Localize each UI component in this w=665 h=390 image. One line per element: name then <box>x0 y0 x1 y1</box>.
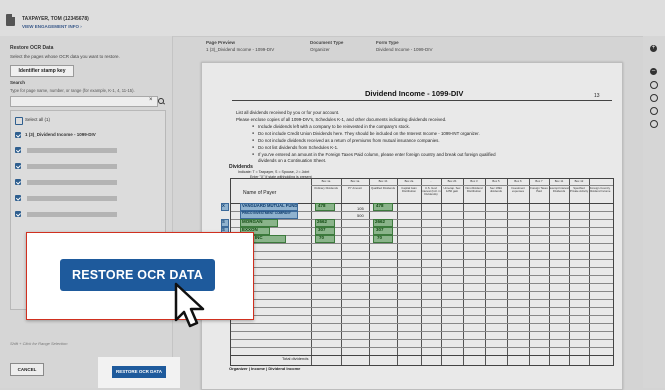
document-type-label: Document Type <box>310 40 344 45</box>
minus-icon[interactable]: – <box>650 68 657 75</box>
document-footer-tabs: Organizer | Income | Dividend Income <box>229 366 301 371</box>
select-all-checkbox[interactable] <box>15 117 23 125</box>
column-box: Box 1a <box>321 179 331 183</box>
column-header: Qualified Dividends <box>370 186 396 190</box>
column-box: Box 11 <box>554 179 564 183</box>
list-item[interactable]: 1 (3)_Dividend Income - 1099-DIV <box>25 132 96 137</box>
page-checkbox[interactable] <box>15 132 21 138</box>
page-checkbox[interactable] <box>15 147 21 153</box>
instruction-bullet: Do not include dividends received as a r… <box>252 138 440 143</box>
app-header <box>0 0 665 37</box>
page-checkbox[interactable] <box>15 211 21 217</box>
ocr-payer: PIMCO INVESTMENT COMPANY <box>242 211 291 215</box>
identifier-stamp-key-button[interactable]: Identifier stamp key <box>10 65 74 77</box>
page-checkbox[interactable] <box>15 195 21 201</box>
column-header: Ordinary Dividends <box>314 186 338 190</box>
panel-description: Select the pages whose OCR data you want… <box>10 54 120 59</box>
column-header: Exempt Interest Dividends <box>549 186 569 194</box>
ocr-payer: MORGAN <box>242 219 263 224</box>
search-input[interactable] <box>10 96 158 107</box>
rotate-right-icon[interactable] <box>650 107 658 115</box>
ocr-value: 307 <box>318 227 326 232</box>
search-hint: Type for page name, number, or range (fo… <box>10 88 135 93</box>
reset-icon[interactable] <box>650 120 658 128</box>
list-item-placeholder <box>27 196 117 201</box>
ocr-value: 70 <box>377 235 383 240</box>
total-dividends-label: Total dividends <box>282 356 309 361</box>
py-value: 105 <box>357 206 364 211</box>
column-box: Box 2b <box>447 179 457 183</box>
list-item-placeholder <box>27 212 117 217</box>
list-item-placeholder <box>27 164 117 169</box>
ocr-value: 478 <box>376 203 384 208</box>
list-item-placeholder <box>27 180 117 185</box>
ocr-value: 307 <box>376 227 384 232</box>
search-label: Search <box>10 80 26 85</box>
rotate-left-icon[interactable] <box>650 94 658 102</box>
ocr-value: 2662 <box>375 219 386 224</box>
taxpayer-name: TAXPAYER, TOM (12345678) <box>22 16 89 22</box>
ocr-field[interactable] <box>373 235 393 243</box>
document-page-number: 13 <box>594 93 600 99</box>
column-box: Box 6 <box>514 179 522 183</box>
ocr-payer: VANGUARD MUTUAL FUND <box>242 203 298 208</box>
ocr-tsj: X <box>222 203 225 208</box>
instruction-bullet: Do not list dividends from Schedules K-1… <box>252 145 338 150</box>
column-header: Non-Dividend Distribution <box>465 186 483 194</box>
ocr-value: 70 <box>319 235 325 240</box>
name-of-payer-header: Name of Payer <box>243 190 277 196</box>
column-box: Box 12 <box>574 179 584 183</box>
page-checkbox[interactable] <box>15 163 21 169</box>
column-box: Box 1b <box>378 179 388 183</box>
py-value: 500 <box>357 213 364 218</box>
cancel-button[interactable]: CANCEL <box>10 363 44 376</box>
column-box: Box 2a <box>404 179 414 183</box>
column-box: Box 3 <box>470 179 478 183</box>
clear-icon[interactable]: × <box>149 97 153 103</box>
panel-title: Restore OCR Data <box>10 45 54 51</box>
column-header: Capital Gain Distribution <box>401 186 417 194</box>
form-type-value: Dividend Income - 1099-DIV <box>376 47 433 52</box>
document-icon <box>6 14 15 26</box>
document-type-value: Organizer <box>310 47 330 52</box>
column-box: Box 7 <box>535 179 543 183</box>
instruction-bullet: If you've entered an amount in the Forei… <box>252 152 496 157</box>
column-box: Box 1a <box>350 179 360 183</box>
ocr-tsj: S <box>222 219 225 224</box>
intro-line: Please enclose copies of all 1099-DIV's,… <box>236 117 447 122</box>
form-type-label: Form Type <box>376 40 399 45</box>
page-preview-value: 1 (3)_Dividend Income - 1099-DIV <box>206 47 275 52</box>
instruction-bullet: Do not include Credit Union Dividends he… <box>252 131 480 136</box>
intro-line: List all dividends received by you or fo… <box>236 110 340 115</box>
range-selection-hint: Shift + Click for Range Selection <box>10 341 68 346</box>
plus-icon[interactable]: + <box>650 45 657 52</box>
move-icon[interactable] <box>650 81 658 89</box>
list-item-placeholder <box>27 148 117 153</box>
view-engagement-link[interactable]: VIEW ENGAGEMENT INFO › <box>22 24 82 29</box>
column-header: Foreign Taxes Paid <box>530 186 548 194</box>
column-header: Sec 199A dividends <box>489 186 503 194</box>
column-header: Foreign Country Dividend Income <box>589 186 611 194</box>
ocr-field[interactable] <box>315 235 335 243</box>
column-box: - <box>430 179 432 183</box>
cursor-icon <box>174 282 205 328</box>
document-title: Dividend Income - 1099-DIV <box>365 89 464 98</box>
column-header: Specified Private Activity <box>569 186 589 194</box>
column-box: Box 5 <box>492 179 500 183</box>
title-rule <box>232 100 612 101</box>
column-header: Unrecap. Sec 1250 gain <box>443 186 461 194</box>
instruction-continued: dividends on a Continuation Sheet. <box>258 158 327 163</box>
column-header: U.S. Govt Interest (Incl. in Dividends) <box>421 186 441 197</box>
ocr-value: 2662 <box>317 219 328 224</box>
instruction-bullet: Include dividends left with a company to… <box>252 124 410 129</box>
indicate-note: Indicate: T = Taxpayer, S = Spouse, J = … <box>238 170 310 174</box>
ocr-value: 478 <box>318 203 326 208</box>
column-header: PY Amount <box>348 186 362 190</box>
select-all-label: Select all (1) <box>25 117 51 122</box>
restore-ocr-data-button[interactable]: RESTORE OCR DATA <box>112 366 166 378</box>
search-icon[interactable] <box>158 98 164 104</box>
page-preview-label: Page Preview <box>206 40 236 45</box>
column-header: Investment expenses <box>511 186 525 194</box>
page-checkbox[interactable] <box>15 179 21 185</box>
